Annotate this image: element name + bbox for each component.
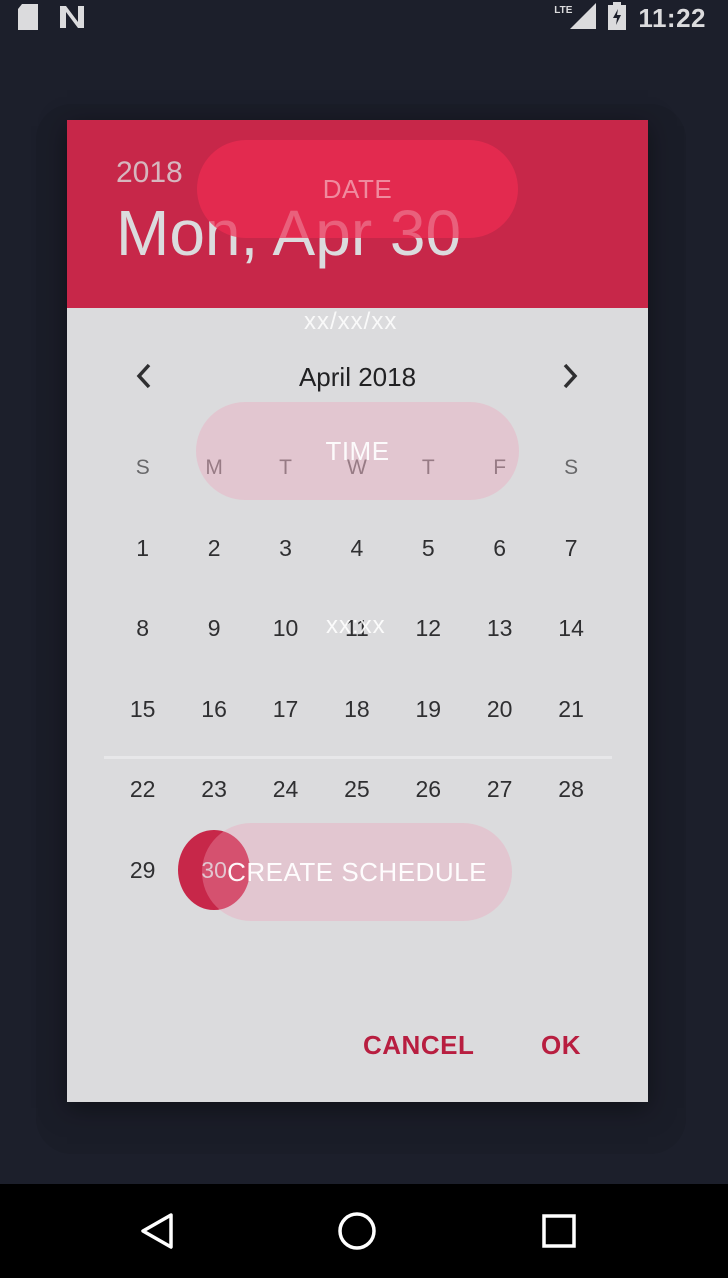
calendar-day[interactable]: 5 [393,508,464,588]
calendar-day-label: 6 [493,534,507,561]
calendar-day[interactable]: 27 [464,750,535,830]
calendar-day-label: 20 [486,695,513,722]
calendar-day-label: 10 [272,615,299,642]
calendar-day[interactable]: 4 [321,508,392,588]
navigation-bar [0,1184,728,1278]
home-icon [338,1212,376,1250]
calendar-day[interactable]: 13 [464,589,535,669]
calendar-day-label: 3 [279,534,292,561]
back-icon [141,1213,173,1249]
calendar-day-label: 25 [344,776,370,803]
clock: 11:22 [638,3,706,33]
calendar-day[interactable]: 6 [464,508,535,588]
calendar-day-label: 5 [421,534,435,561]
calendar-day[interactable]: 3 [250,508,321,588]
calendar-day[interactable]: 21 [535,669,606,749]
calendar-day[interactable]: 17 [250,669,321,749]
calendar-day[interactable]: 26 [393,750,464,830]
calendar-day-label: 7 [564,534,578,561]
calendar-day-label: 21 [558,695,584,722]
weekday-label: F [493,456,507,479]
month-navigation: April 2018 [67,356,648,396]
selected-date[interactable]: Mon, Apr 30 [116,196,461,270]
weekday-label: S [135,456,150,479]
battery-icon [608,2,627,35]
calendar-day-label: 4 [350,534,364,561]
calendar-day[interactable]: 19 [393,669,464,749]
calendar-day[interactable]: 29 [107,830,178,910]
date-picker-dialog: 2018 Mon, Apr 30 April 2018 S M T W T F … [67,120,648,1102]
status-bar: LTE 11:22 [0,0,728,36]
calendar-day[interactable]: 25 [321,750,392,830]
calendar-day-label: 30 [178,830,250,911]
calendar-day-label: 17 [272,695,299,722]
calendar-day-label: 19 [415,695,442,722]
weekday-header: S M T W T F S [107,456,607,486]
calendar-day-label: 16 [201,695,227,722]
calendar-day[interactable]: 15 [107,669,178,749]
calendar-day[interactable]: 14 [535,589,606,669]
weekday-label: W [346,456,367,479]
calendar-day[interactable]: 1 [107,508,178,588]
recents-icon [542,1214,576,1248]
calendar-day-label: 11 [344,615,369,642]
calendar-day-label: 27 [486,776,513,803]
year-selector[interactable]: 2018 [116,156,183,190]
back-button[interactable] [132,1206,182,1256]
calendar-day[interactable]: 12 [393,589,464,669]
n-notification-icon [58,4,86,35]
weekday-label: S [564,456,579,479]
signal-icon [570,3,597,34]
calendar-day-label: 22 [129,776,156,803]
dialog-actions: CANCEL OK [67,992,648,1102]
chevron-right-icon [563,363,578,389]
home-button[interactable] [332,1206,382,1256]
calendar-day-label: 24 [272,776,299,803]
calendar-day-label: 1 [136,534,150,561]
calendar-day-label: 23 [201,776,227,803]
calendar-day[interactable]: 18 [321,669,392,749]
calendar-day[interactable]: 7 [535,508,606,588]
calendar-day[interactable]: 11 [321,589,392,669]
next-month-button[interactable] [551,356,591,396]
sd-card-icon [16,4,40,35]
calendar-day[interactable]: 2 [178,508,249,588]
calendar-day-label: 15 [129,695,156,722]
weekday-label: T [421,456,435,479]
calendar-day[interactable]: 30 [178,830,250,911]
calendar-day-label: 12 [415,615,442,642]
calendar-day[interactable]: 22 [107,750,178,830]
calendar-day[interactable]: 8 [107,589,178,669]
calendar-day-label: 14 [558,615,584,642]
calendar-day-label: 29 [129,856,156,883]
network-type: LTE [554,5,573,16]
cancel-button[interactable]: CANCEL [363,1030,474,1061]
calendar-day-label: 18 [344,695,370,722]
ok-button[interactable]: OK [541,1030,581,1061]
calendar-day-label: 8 [136,615,150,642]
calendar-day[interactable]: 20 [464,669,535,749]
weekday-label: T [279,456,292,479]
calendar-day-label: 2 [207,534,221,561]
calendar-day[interactable]: 24 [250,750,321,830]
recents-button[interactable] [534,1206,584,1256]
calendar-day[interactable]: 28 [535,750,606,830]
calendar-day[interactable]: 23 [178,750,249,830]
calendar-day-label: 9 [207,615,221,642]
calendar-day[interactable]: 16 [178,669,249,749]
calendar-day-label: 13 [486,615,513,642]
calendar-day[interactable]: 10 [250,589,321,669]
calendar-day[interactable]: 9 [178,589,249,669]
calendar-day-label: 26 [415,776,442,803]
weekday-label: M [205,456,223,479]
calendar-day-label: 28 [558,776,584,803]
dialog-header: 2018 Mon, Apr 30 [67,120,648,308]
